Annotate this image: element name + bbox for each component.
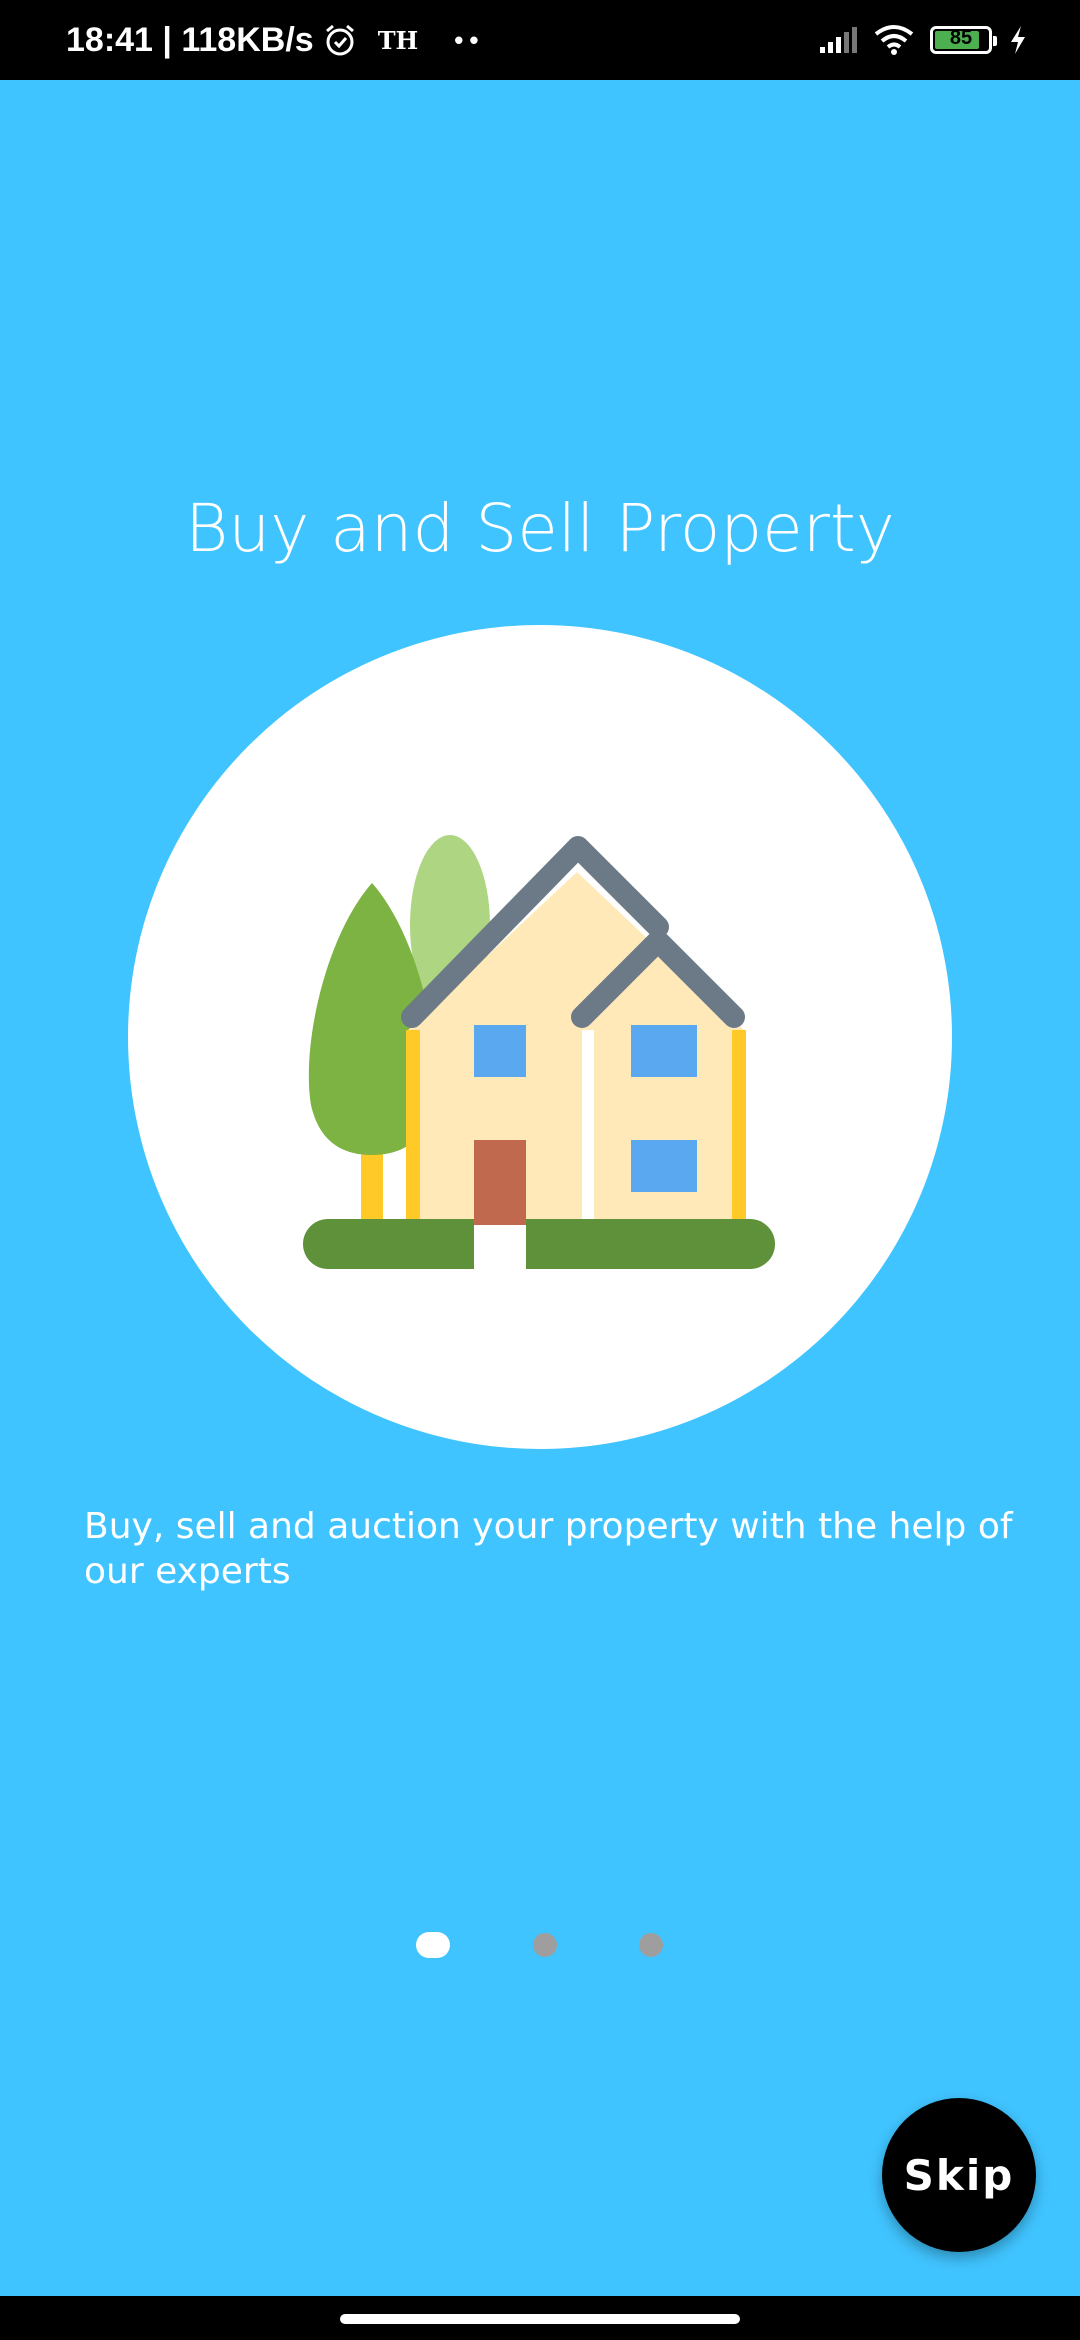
page-title: Buy and Sell Property: [185, 490, 895, 567]
battery-level: 85: [949, 27, 973, 49]
onboarding-screen: 18:41 | 118KB/s TH •• 85 Buy and Sell Pr…: [0, 0, 1080, 2340]
page-dot-2[interactable]: [533, 1933, 557, 1957]
home-indicator[interactable]: [340, 2314, 740, 2324]
page-dot-1[interactable]: [416, 1932, 450, 1958]
description-text: Buy, sell and auction your property with…: [84, 1506, 1013, 1592]
alarm-icon: [325, 24, 354, 56]
status-left: 18:41 | 118KB/s TH ••: [66, 0, 484, 80]
notification-dots: ••: [454, 24, 485, 55]
signal-icon: [820, 27, 857, 53]
status-right: 85: [818, 0, 1028, 80]
carrier-label: TH: [377, 25, 419, 55]
page-dot-3[interactable]: [639, 1933, 663, 1957]
illustration-circle: [128, 625, 952, 1449]
house-icon: [303, 835, 775, 1269]
battery-tip: [993, 36, 997, 46]
wifi-icon: [874, 25, 914, 55]
status-bar: 18:41 | 118KB/s TH •• 85: [0, 0, 1080, 80]
skip-button[interactable]: Skip: [882, 2098, 1036, 2252]
status-time-speed: 18:41 | 118KB/s: [66, 20, 314, 59]
page-indicator[interactable]: [0, 1930, 1080, 1960]
charging-icon: [1011, 26, 1025, 54]
battery-icon: 85: [930, 26, 997, 54]
